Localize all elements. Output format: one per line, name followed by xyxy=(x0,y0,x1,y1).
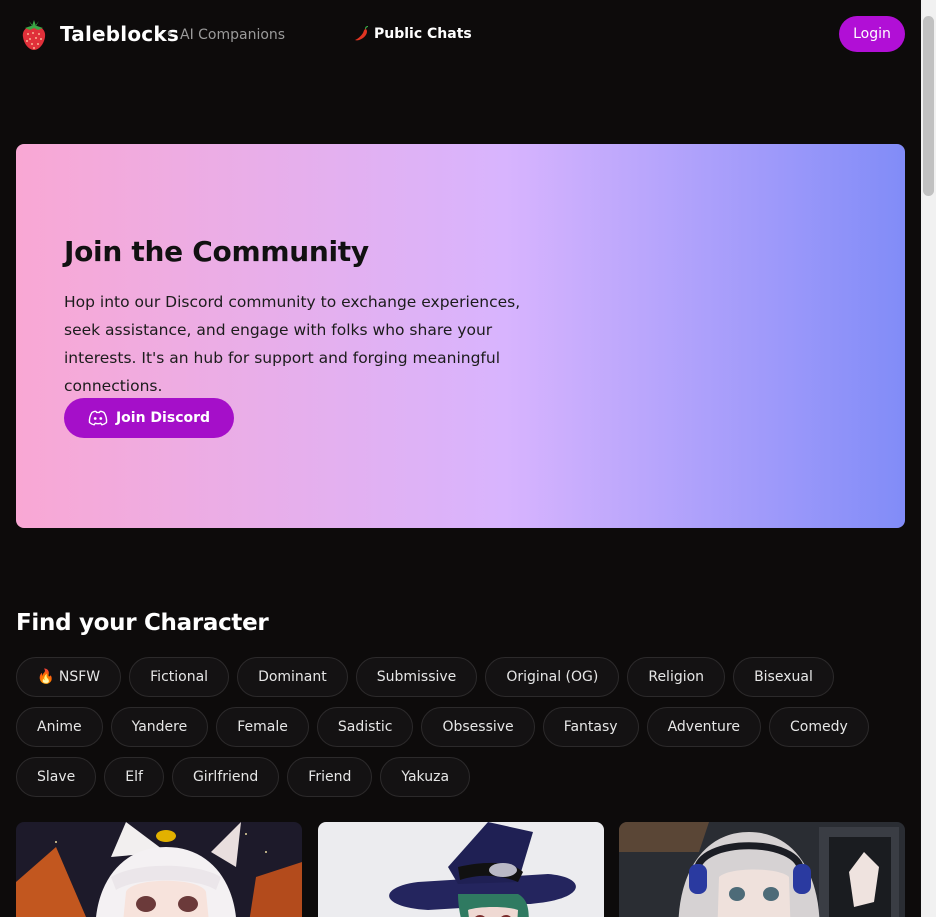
tag-chip[interactable]: Sadistic xyxy=(316,707,414,747)
character-card[interactable] xyxy=(619,822,905,917)
tag-chip[interactable]: Yakuza xyxy=(380,757,471,797)
page-scrollbar[interactable] xyxy=(921,0,936,917)
brand-name[interactable]: Taleblocks xyxy=(60,22,179,46)
tag-chip[interactable]: Comedy xyxy=(768,707,869,747)
tag-chip[interactable]: Dominant xyxy=(237,657,348,697)
chili-pepper-icon xyxy=(355,26,368,41)
join-discord-button[interactable]: Join Discord xyxy=(64,398,234,438)
discord-icon xyxy=(88,410,108,426)
tag-list: 🔥 NSFW Fictional Dominant Submissive Ori… xyxy=(16,657,906,797)
tag-chip[interactable]: Bisexual xyxy=(733,657,834,697)
banner-description: Hop into our Discord community to exchan… xyxy=(64,293,521,395)
tag-chip[interactable]: Fantasy xyxy=(542,707,639,747)
character-card-image xyxy=(318,822,604,917)
brand-subtitle: AI Companions xyxy=(180,27,286,43)
character-card-image xyxy=(619,822,905,917)
tag-chip[interactable]: Anime xyxy=(16,707,103,747)
tag-chip[interactable]: Girlfriend xyxy=(171,757,280,797)
tag-chip[interactable]: Elf xyxy=(104,757,164,797)
tag-chip[interactable]: Obsessive xyxy=(421,707,535,747)
page: Taleblocks • AI Companions Public Chats … xyxy=(0,0,921,917)
tag-chip[interactable]: Friend xyxy=(287,757,373,797)
tag-chip[interactable]: Adventure xyxy=(646,707,761,747)
tag-chip[interactable]: Submissive xyxy=(355,657,478,697)
login-button[interactable]: Login xyxy=(839,16,905,52)
community-banner: Join the Community Hop into our Discord … xyxy=(16,144,905,528)
character-card[interactable] xyxy=(16,822,302,917)
join-discord-label: Join Discord xyxy=(115,410,211,426)
strawberry-logo-icon[interactable] xyxy=(20,17,48,51)
character-card-grid xyxy=(16,822,905,917)
character-card[interactable] xyxy=(318,822,604,917)
character-card-image xyxy=(16,822,302,917)
brand-separator: • xyxy=(166,27,174,41)
header: Taleblocks • AI Companions Public Chats … xyxy=(0,0,921,70)
tag-chip[interactable]: Yandere xyxy=(110,707,209,747)
nav-public-chats-label: Public Chats xyxy=(374,25,472,42)
tag-chip[interactable]: 🔥 NSFW xyxy=(16,657,122,697)
tag-chip[interactable]: Slave xyxy=(16,757,97,797)
find-character-title: Find your Character xyxy=(16,610,269,636)
scrollbar-thumb[interactable] xyxy=(923,16,934,196)
tag-chip[interactable]: Female xyxy=(216,707,309,747)
nav-public-chats[interactable]: Public Chats xyxy=(354,25,472,42)
tag-chip[interactable]: Original (OG) xyxy=(485,657,620,697)
tag-chip[interactable]: Religion xyxy=(627,657,726,697)
tag-chip[interactable]: Fictional xyxy=(129,657,230,697)
banner-title: Join the Community xyxy=(64,235,369,268)
